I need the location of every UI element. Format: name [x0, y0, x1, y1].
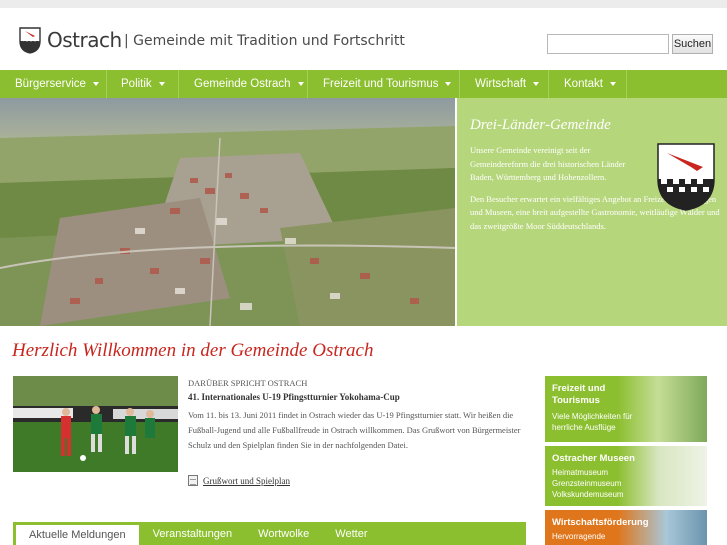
side-box-title: Wirtschaftsförderung: [552, 517, 649, 528]
chevron-down-icon: [445, 82, 452, 86]
side-box-museen[interactable]: Ostracher Museen Heimatmuseum Grenzstein…: [545, 446, 707, 506]
document-icon: [188, 475, 198, 486]
top-strip: [0, 0, 727, 8]
chevron-down-icon: [92, 82, 99, 86]
football-photo[interactable]: [13, 376, 178, 472]
article-link-label: Grußwort und Spielplan: [203, 475, 290, 486]
article-kicker: DARÜBER SPRICHT OSTRACH: [188, 378, 308, 388]
tab-wetter[interactable]: Wetter: [322, 522, 380, 545]
article-title[interactable]: 41. Internationales U-19 Pfingstturnier …: [188, 392, 400, 402]
side-box-wirtschaft[interactable]: Wirtschaftsförderung Hervorragende: [545, 510, 707, 545]
nav-label: Wirtschaft: [475, 78, 527, 90]
side-box-line: Volkskundemuseum: [552, 490, 624, 499]
hero-paragraph: Unsere Gemeinde vereinigt seit der Gemei…: [470, 145, 626, 182]
hero-aerial-photo: [0, 98, 455, 326]
hero-title: Drei-Länder-Gemeinde: [470, 117, 611, 133]
hero-info-panel: Drei-Länder-Gemeinde Unsere Gemeinde ver…: [455, 98, 727, 326]
chevron-down-icon: [533, 82, 540, 86]
article-download-link[interactable]: Grußwort und Spielplan: [188, 475, 290, 486]
nav-item-wirtschaft[interactable]: Wirtschaft: [460, 70, 549, 98]
side-box-line: herrliche Ausflüge: [552, 423, 616, 432]
side-box-freizeit[interactable]: Freizeit und Tourismus Viele Möglichkeit…: [545, 376, 707, 442]
side-box-line: Hervorragende: [552, 532, 606, 541]
nav-label: Gemeinde Ostrach: [194, 78, 291, 90]
nav-item-politik[interactable]: Politik: [107, 70, 179, 98]
nav-item-buergerservice[interactable]: Bürgerservice: [0, 70, 107, 98]
nav-item-freizeit-tourismus[interactable]: Freizeit und Tourismus: [308, 70, 460, 98]
nav-label: Freizeit und Tourismus: [323, 78, 439, 90]
site-slogan: | Gemeinde mit Tradition und Fortschritt: [124, 33, 405, 49]
site-name[interactable]: Ostrach: [47, 28, 122, 52]
header: Ostrach | Gemeinde mit Tradition und For…: [0, 8, 727, 70]
side-box-title: Freizeit und Tourismus: [552, 383, 606, 406]
nav-item-kontakt[interactable]: Kontakt: [549, 70, 627, 98]
search-input[interactable]: [547, 34, 669, 54]
coat-of-arms-icon[interactable]: [19, 27, 41, 54]
main-nav: Bürgerservice Politik Gemeinde Ostrach F…: [0, 70, 727, 98]
side-box-line: Viele Möglichkeiten für: [552, 412, 633, 421]
tab-veranstaltungen[interactable]: Veranstaltungen: [140, 522, 246, 545]
nav-label: Bürgerservice: [15, 78, 86, 90]
search-button[interactable]: Suchen: [672, 34, 713, 54]
chevron-down-icon: [610, 82, 616, 86]
nav-label: Politik: [121, 78, 152, 90]
nav-label: Kontakt: [564, 78, 603, 90]
article-body: Vom 11. bis 13. Juni 2011 findet in Ostr…: [188, 410, 521, 450]
nav-item-gemeinde-ostrach[interactable]: Gemeinde Ostrach: [179, 70, 308, 98]
side-box-title: Ostracher Museen: [552, 453, 635, 464]
side-box-line: Grenzsteinmuseum: [552, 479, 622, 488]
news-tabs: Aktuelle Meldungen Veranstaltungen Wortw…: [13, 522, 526, 545]
tab-aktuelle-meldungen[interactable]: Aktuelle Meldungen: [15, 524, 140, 545]
side-box-line: Heimatmuseum: [552, 468, 609, 477]
chevron-down-icon: [158, 82, 165, 86]
chevron-down-icon: [297, 82, 304, 86]
tab-wortwolke[interactable]: Wortwolke: [245, 522, 322, 545]
coat-of-arms-icon: [657, 143, 715, 211]
welcome-heading: Herzlich Willkommen in der Gemeinde Ostr…: [12, 340, 374, 361]
